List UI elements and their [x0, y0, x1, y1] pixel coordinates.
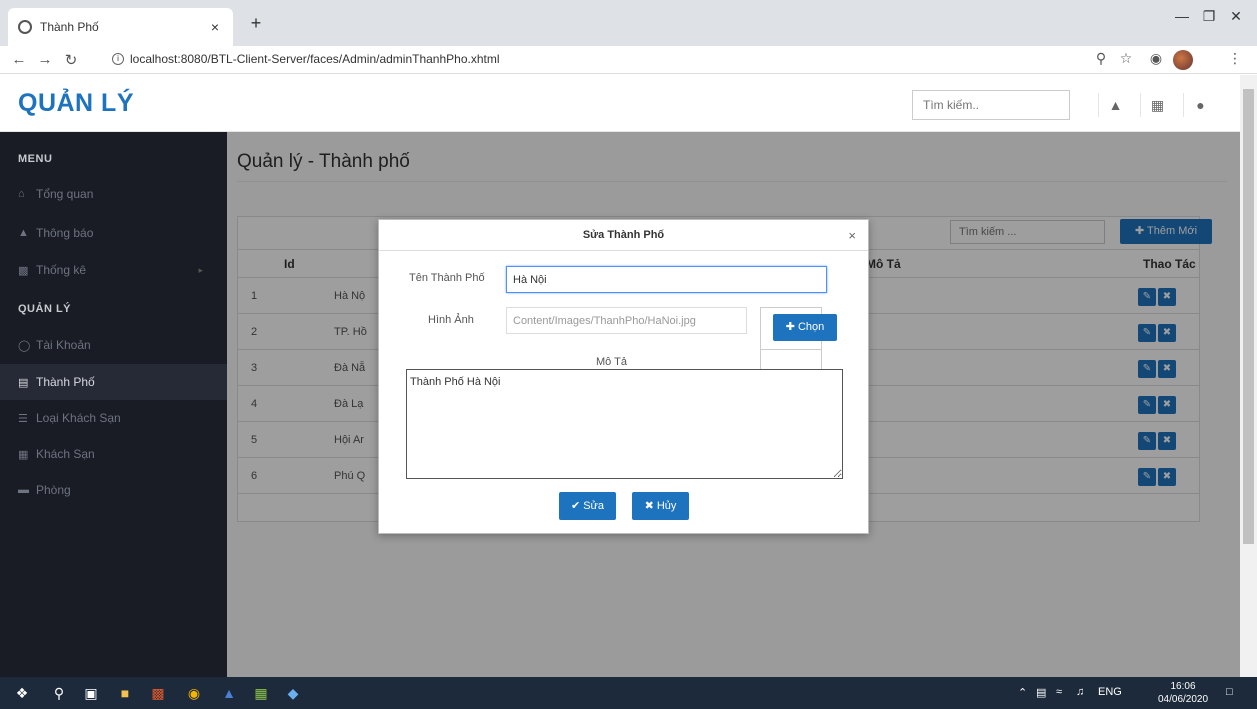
sidebar: MENU ⌂ Tổng quan ▲ Thông báo ▩ Thống kê … — [0, 132, 227, 677]
globe-icon — [18, 20, 32, 34]
sidebar-item-phong[interactable]: ▬ Phòng — [0, 472, 227, 508]
sidebar-section-quan-ly: QUẢN LÝ — [18, 303, 71, 315]
volume-icon[interactable]: ♫ — [1076, 686, 1084, 698]
description-textarea[interactable]: Thành Phố Hà Nội — [406, 369, 843, 479]
system-clock[interactable]: 16:06 04/06/2020 — [1158, 680, 1208, 706]
menu-dots-icon[interactable]: ⋮ — [1224, 50, 1246, 67]
url-text: localhost:8080/BTL-Client-Server/faces/A… — [130, 52, 500, 66]
save-label: Sửa — [583, 500, 605, 512]
sidebar-item-thong-bao[interactable]: ▲ Thông báo — [0, 215, 227, 251]
brand-title[interactable]: QUẢN LÝ — [18, 89, 134, 118]
sidebar-item-label: Tổng quan — [36, 187, 94, 201]
sidebar-item-label: Khách Sạn — [36, 447, 95, 461]
hotel-icon: ▦ — [18, 448, 29, 461]
check-icon: ✔ — [570, 500, 581, 512]
task-view-icon[interactable]: ▣ — [81, 683, 101, 703]
app-icon[interactable]: ▩ — [148, 683, 168, 703]
sidebar-item-label: Thông báo — [36, 226, 94, 240]
bed-icon: ▬ — [18, 484, 29, 496]
sidebar-item-label: Phòng — [36, 483, 71, 497]
dialog-title: Sửa Thành Phố — [582, 229, 665, 241]
plus-icon: ✚ — [785, 321, 795, 333]
browser-tab-strip: Thành Phố × + — ❐ ✕ — [0, 0, 1257, 46]
edit-city-dialog: Sửa Thành Phố × Tên Thành Phố Hình Ảnh ✚… — [378, 219, 869, 534]
dialog-close-icon[interactable]: × — [848, 228, 856, 243]
word-icon[interactable]: ▲ — [219, 683, 239, 703]
profile-avatar[interactable] — [1172, 50, 1194, 73]
home-icon: ⌂ — [18, 188, 25, 200]
image-path-input[interactable] — [506, 307, 747, 334]
building-icon: ▤ — [18, 376, 29, 389]
choose-file-label: Chọn — [797, 321, 825, 333]
extension-icon[interactable]: ◉ — [1145, 50, 1167, 67]
city-name-label: Tên Thành Phố — [409, 272, 485, 284]
sidebar-item-label: Thành Phố — [36, 375, 95, 389]
clock-time: 16:06 — [1170, 681, 1196, 692]
sidebar-item-khach-san[interactable]: ▦ Khách Sạn — [0, 436, 227, 472]
info-icon[interactable]: i — [112, 53, 124, 65]
battery-icon[interactable]: ▤ — [1036, 686, 1046, 699]
chrome-icon[interactable]: ◉ — [184, 683, 204, 703]
url-field[interactable]: i localhost:8080/BTL-Client-Server/faces… — [112, 52, 500, 66]
cancel-label: Hủy — [656, 500, 677, 512]
description-label: Mô Tả — [596, 356, 627, 368]
wifi-icon[interactable]: ≈ — [1056, 686, 1062, 698]
sidebar-section-menu: MENU — [18, 153, 53, 165]
image-label: Hình Ảnh — [428, 314, 474, 326]
list-icon: ☰ — [18, 412, 28, 425]
apps-grid-icon[interactable]: ▦ — [1140, 93, 1174, 117]
cancel-button[interactable]: ✖ Hủy — [632, 492, 689, 520]
dialog-header: Sửa Thành Phố × — [379, 220, 868, 251]
file-explorer-icon[interactable]: ■ — [115, 683, 135, 703]
user-icon[interactable]: ● — [1183, 93, 1217, 117]
sidebar-item-tai-khoan[interactable]: ◯ Tài Khoản — [0, 327, 227, 363]
avatar-icon — [1173, 50, 1193, 70]
close-x-icon: ✖ — [644, 500, 654, 512]
sidebar-item-label: Thống kê — [36, 263, 87, 277]
new-tab-button[interactable]: + — [245, 12, 267, 34]
minimize-icon[interactable]: — — [1170, 8, 1194, 24]
forward-icon[interactable]: → — [32, 51, 58, 68]
browser-tab[interactable]: Thành Phố × — [8, 8, 233, 46]
close-tab-icon[interactable]: × — [207, 19, 223, 35]
tray-chevron-icon[interactable]: ⌃ — [1018, 686, 1027, 699]
chevron-right-icon: ▸ — [198, 264, 203, 275]
choose-file-button[interactable]: ✚ Chọn — [773, 314, 837, 341]
windows-taskbar: ❖ ⚲ ▣ ■ ▩ ◉ ▲ ▦ ◆ ⌃ ▤ ≈ ♫ ENG 16:06 04/0… — [0, 677, 1257, 709]
notification-icon[interactable]: □ — [1226, 686, 1233, 698]
tab-title: Thành Phố — [40, 20, 99, 34]
bell-icon: ▲ — [18, 227, 29, 239]
header-search-input[interactable] — [912, 90, 1070, 120]
window-close-icon[interactable]: ✕ — [1224, 8, 1248, 25]
address-bar: ← → ↻ i localhost:8080/BTL-Client-Server… — [0, 46, 1257, 74]
sidebar-item-loai-khach-san[interactable]: ☰ Loại Khách Sạn — [0, 400, 227, 436]
app-header: QUẢN LÝ ▲ ▦ ● — [0, 75, 1240, 132]
save-button[interactable]: ✔ Sửa — [559, 492, 616, 520]
page-scrollbar[interactable] — [1240, 75, 1257, 677]
clock-date: 04/06/2020 — [1158, 694, 1209, 705]
cube-app-icon[interactable]: ◆ — [283, 683, 303, 703]
search-icon[interactable]: ⚲ — [49, 683, 69, 703]
zoom-icon[interactable]: ⚲ — [1090, 50, 1112, 67]
back-icon[interactable]: ← — [6, 51, 32, 68]
user-icon: ◯ — [18, 339, 31, 352]
sidebar-item-thanh-pho[interactable]: ▤ Thành Phố — [0, 364, 227, 400]
bookmark-star-icon[interactable]: ☆ — [1115, 50, 1137, 67]
sidebar-item-tong-quan[interactable]: ⌂ Tổng quan — [0, 176, 227, 212]
sidebar-item-label: Tài Khoản — [36, 338, 91, 352]
sidebar-item-thong-ke[interactable]: ▩ Thống kê ▸ — [0, 252, 227, 288]
file-chooser-divider — [761, 349, 821, 350]
sidebar-item-label: Loại Khách Sạn — [36, 411, 121, 425]
city-name-input[interactable] — [506, 266, 827, 293]
scrollbar-thumb[interactable] — [1243, 89, 1254, 544]
chart-icon: ▩ — [18, 264, 29, 277]
editor-icon[interactable]: ▦ — [251, 683, 271, 703]
windows-start-icon[interactable]: ❖ — [12, 683, 32, 703]
bell-icon[interactable]: ▲ — [1098, 93, 1132, 117]
restore-icon[interactable]: ❐ — [1197, 8, 1221, 25]
reload-icon[interactable]: ↻ — [58, 51, 84, 69]
language-indicator[interactable]: ENG — [1098, 686, 1122, 698]
